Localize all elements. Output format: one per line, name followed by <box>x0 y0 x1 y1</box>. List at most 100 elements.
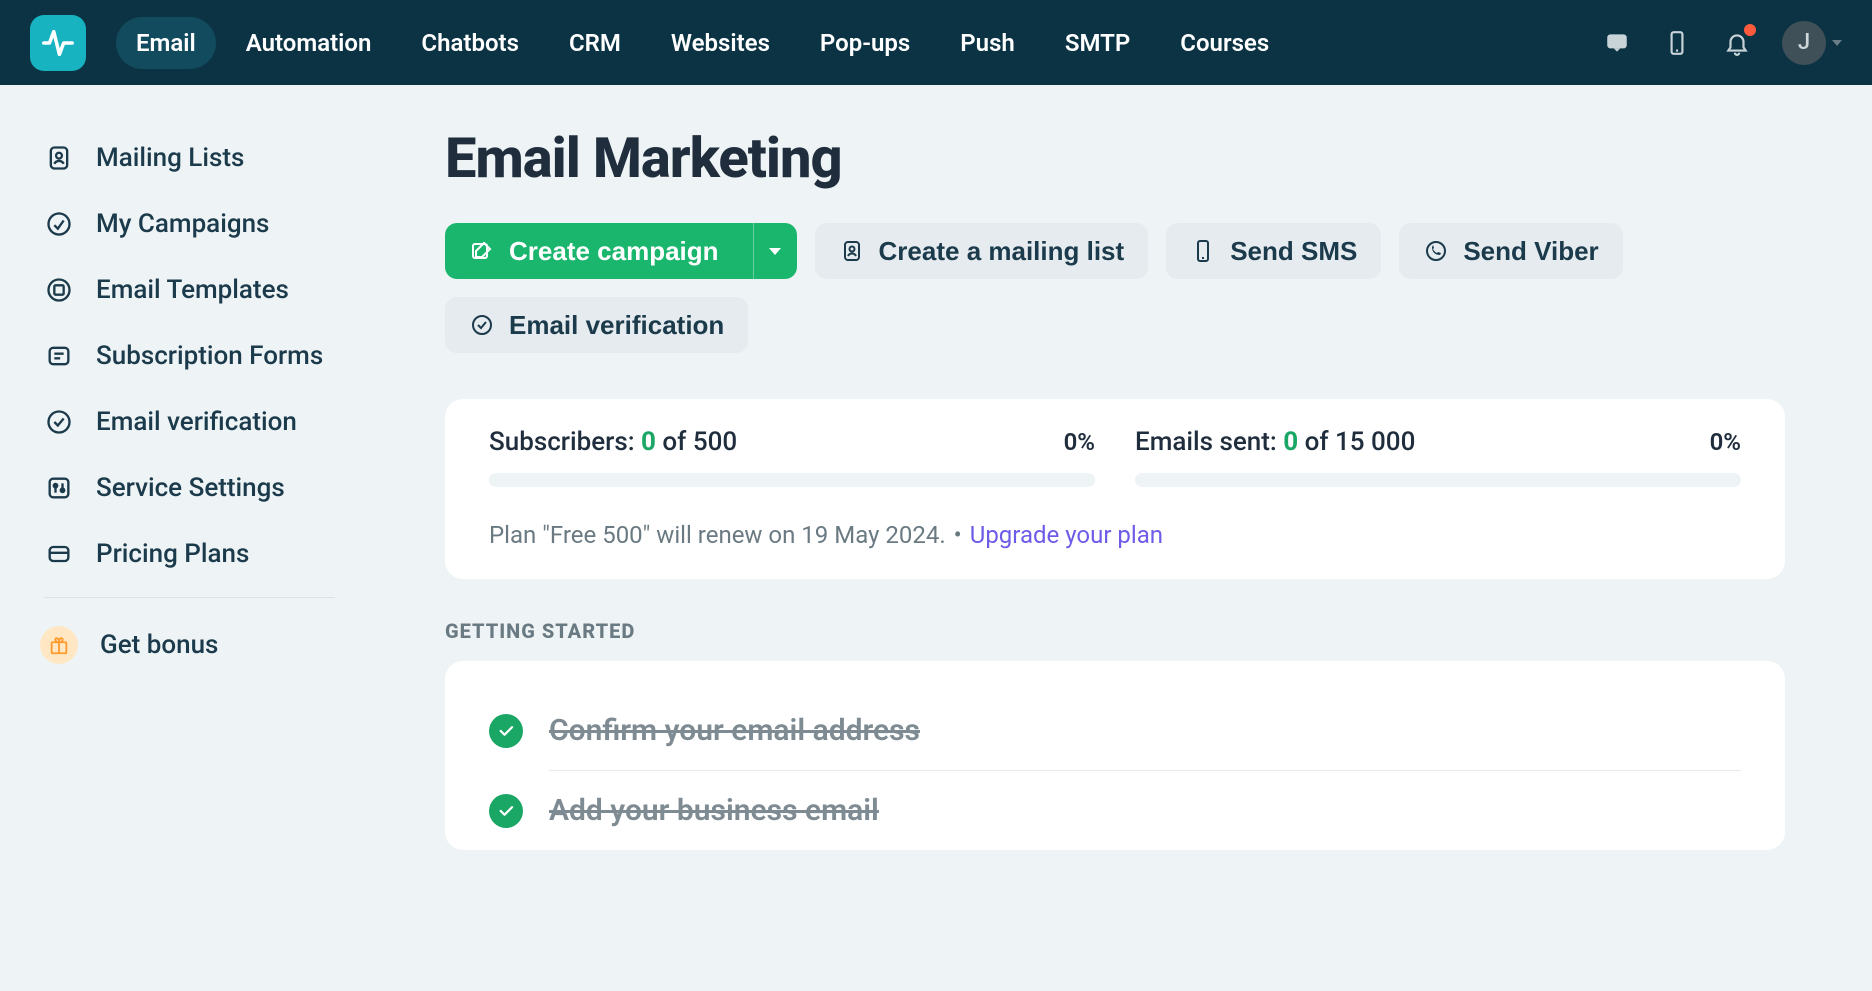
nav-items: Email Automation Chatbots CRM Websites P… <box>116 17 1602 69</box>
sidebar-item-label: Pricing Plans <box>96 539 249 569</box>
sidebar-item-label: Mailing Lists <box>96 143 244 173</box>
nav-label: CRM <box>569 29 621 57</box>
nav-label: Push <box>960 29 1015 57</box>
user-menu[interactable]: J <box>1782 21 1842 65</box>
sidebar-item-mailing-lists[interactable]: Mailing Lists <box>24 125 355 191</box>
plan-text: Plan "Free 500" will renew on 19 May 202… <box>489 521 946 549</box>
gift-icon <box>40 626 78 664</box>
label-text: Emails sent: <box>1135 427 1277 457</box>
chat-icon[interactable] <box>1602 28 1632 58</box>
button-label: Email verification <box>509 310 724 341</box>
avatar-initial: J <box>1798 30 1810 55</box>
verify-icon <box>44 407 74 437</box>
logo[interactable] <box>30 15 86 71</box>
nav-item-chatbots[interactable]: Chatbots <box>401 17 539 69</box>
sidebar-item-label: Email verification <box>96 407 297 437</box>
compose-icon <box>469 238 495 264</box>
sidebar: Mailing Lists My Campaigns Email Templat… <box>0 85 355 850</box>
stat-percent: 0% <box>1064 428 1095 456</box>
avatar: J <box>1782 21 1826 65</box>
settings-icon <box>44 473 74 503</box>
create-mailing-list-button[interactable]: Create a mailing list <box>815 223 1149 279</box>
stat-label: Subscribers: 0 of 500 <box>489 427 737 457</box>
sidebar-item-email-templates[interactable]: Email Templates <box>24 257 355 323</box>
sidebar-item-get-bonus[interactable]: Get bonus <box>24 608 355 682</box>
nav-item-websites[interactable]: Websites <box>651 17 790 69</box>
nav-label: Automation <box>246 29 372 57</box>
subscribers-stat: Subscribers: 0 of 500 0% <box>489 427 1095 487</box>
nav-label: Pop-ups <box>820 29 910 57</box>
sidebar-item-email-verification[interactable]: Email verification <box>24 389 355 455</box>
top-nav: Email Automation Chatbots CRM Websites P… <box>0 0 1872 85</box>
nav-label: Courses <box>1180 29 1269 57</box>
send-viber-button[interactable]: Send Viber <box>1399 223 1622 279</box>
divider <box>44 597 335 598</box>
stats-card: Subscribers: 0 of 500 0% Emails sent: 0 … <box>445 399 1785 579</box>
sidebar-item-label: My Campaigns <box>96 209 269 239</box>
templates-icon <box>44 275 74 305</box>
contacts-icon <box>839 238 865 264</box>
verify-icon <box>469 312 495 338</box>
step-text: Add your business email <box>549 793 879 828</box>
notification-badge <box>1744 24 1756 36</box>
nav-item-crm[interactable]: CRM <box>549 17 641 69</box>
stat-of: of 500 <box>662 427 737 457</box>
check-icon <box>489 794 523 828</box>
mobile-icon <box>1190 238 1216 264</box>
nav-item-automation[interactable]: Automation <box>226 17 392 69</box>
nav-label: SMTP <box>1065 29 1130 57</box>
send-icon <box>44 209 74 239</box>
contacts-icon <box>44 143 74 173</box>
sidebar-item-label: Get bonus <box>100 630 218 660</box>
send-sms-button[interactable]: Send SMS <box>1166 223 1381 279</box>
nav-item-push[interactable]: Push <box>940 17 1035 69</box>
sidebar-item-label: Subscription Forms <box>96 341 323 371</box>
stat-value: 0 <box>641 427 656 457</box>
step-confirm-email: Confirm your email address <box>489 691 1741 770</box>
stat-label: Emails sent: 0 of 15 000 <box>1135 427 1415 457</box>
label-text: Subscribers: <box>489 427 635 457</box>
email-verification-button[interactable]: Email verification <box>445 297 748 353</box>
chevron-down-icon <box>1832 40 1842 46</box>
getting-started-heading: GETTING STARTED <box>445 619 1785 643</box>
action-buttons: Create campaign Create a mailing list Se… <box>445 223 1785 353</box>
nav-item-popups[interactable]: Pop-ups <box>800 17 930 69</box>
plan-info: Plan "Free 500" will renew on 19 May 202… <box>489 521 1741 549</box>
sidebar-item-pricing-plans[interactable]: Pricing Plans <box>24 521 355 587</box>
nav-item-smtp[interactable]: SMTP <box>1045 17 1150 69</box>
mobile-icon[interactable] <box>1662 28 1692 58</box>
progress-bar <box>1135 473 1741 487</box>
nav-item-courses[interactable]: Courses <box>1160 17 1289 69</box>
viber-icon <box>1423 238 1449 264</box>
button-label: Create campaign <box>509 236 739 267</box>
sidebar-item-service-settings[interactable]: Service Settings <box>24 455 355 521</box>
main-content: Email Marketing Create campaign Create a… <box>355 85 1835 850</box>
sidebar-item-label: Service Settings <box>96 473 285 503</box>
pricing-icon <box>44 539 74 569</box>
separator-dot: • <box>954 521 962 549</box>
emails-stat: Emails sent: 0 of 15 000 0% <box>1135 427 1741 487</box>
step-add-business-email: Add your business email <box>489 771 1741 850</box>
stat-value: 0 <box>1283 427 1298 457</box>
bell-icon[interactable] <box>1722 28 1752 58</box>
sidebar-item-label: Email Templates <box>96 275 289 305</box>
sidebar-item-my-campaigns[interactable]: My Campaigns <box>24 191 355 257</box>
upgrade-plan-link[interactable]: Upgrade your plan <box>970 521 1163 549</box>
nav-label: Websites <box>671 29 770 57</box>
nav-item-email[interactable]: Email <box>116 17 216 69</box>
chevron-down-icon <box>769 248 781 255</box>
create-campaign-button[interactable]: Create campaign <box>445 223 797 279</box>
nav-label: Email <box>136 29 196 57</box>
forms-icon <box>44 341 74 371</box>
button-label: Create a mailing list <box>879 236 1125 267</box>
page-title: Email Marketing <box>445 125 1785 191</box>
nav-right: J <box>1602 21 1842 65</box>
button-label: Send Viber <box>1463 236 1598 267</box>
getting-started-card: Confirm your email address Add your busi… <box>445 661 1785 850</box>
sidebar-item-subscription-forms[interactable]: Subscription Forms <box>24 323 355 389</box>
dropdown-toggle[interactable] <box>753 223 797 279</box>
pulse-icon <box>41 26 75 60</box>
stat-percent: 0% <box>1710 428 1741 456</box>
check-icon <box>489 714 523 748</box>
stat-of: of 15 000 <box>1305 427 1416 457</box>
